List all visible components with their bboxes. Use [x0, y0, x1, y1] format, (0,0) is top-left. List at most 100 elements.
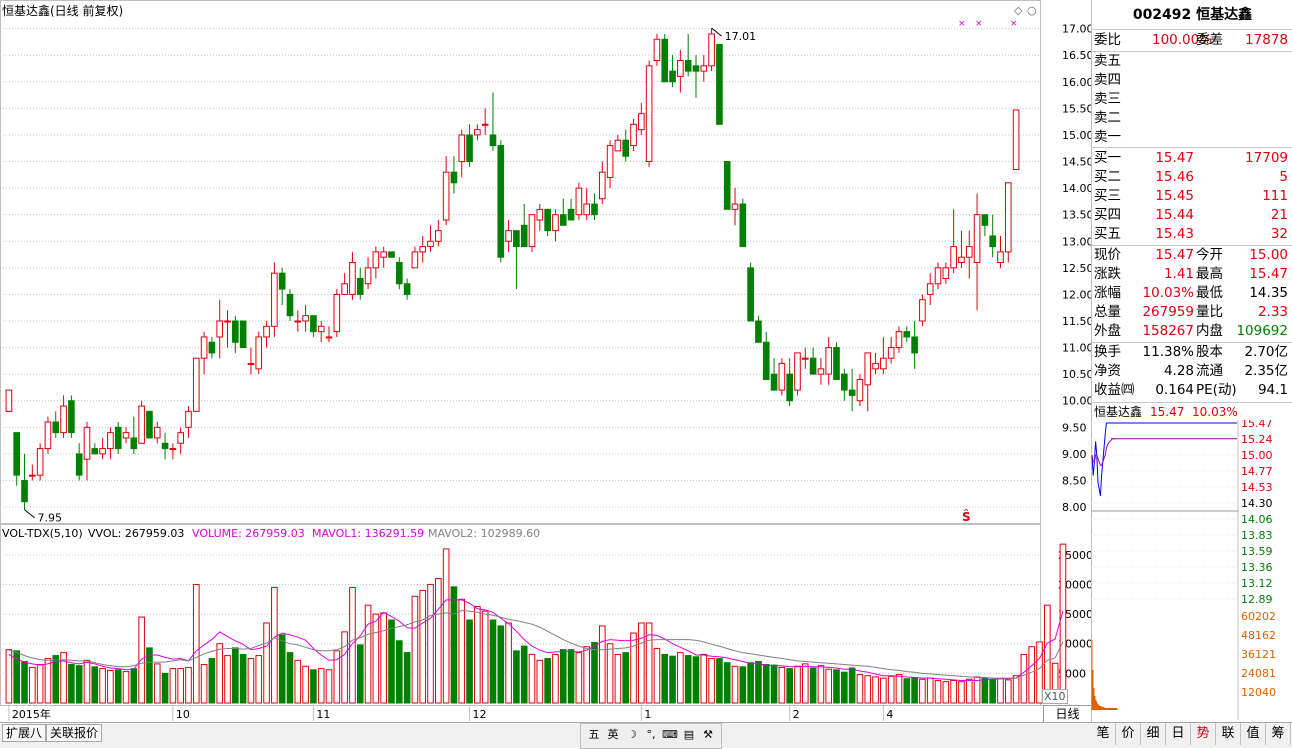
- candle-body: [583, 203, 590, 216]
- candle-body: [325, 336, 333, 339]
- signal-marker: ×: [958, 19, 966, 29]
- volume-bar: [419, 589, 427, 704]
- price-tick-label: 17.00: [1062, 23, 1091, 36]
- volume-bar: [762, 663, 770, 704]
- stat-label: 最低: [1196, 285, 1223, 301]
- chart-area[interactable]: 17.00 16.50 16.00 15.50 15.00 14.50 14.00 13.50…: [0, 0, 1091, 722]
- volume-bar: [997, 678, 1004, 704]
- candle-body: [841, 373, 848, 391]
- panel-tab[interactable]: 价: [1116, 723, 1141, 745]
- mini-volume-tick: 48162: [1241, 629, 1276, 642]
- panel-tab[interactable]: 联: [1216, 723, 1241, 745]
- candle-body: [1004, 182, 1012, 253]
- fundamental-label: 股本: [1196, 344, 1223, 360]
- panel-tab[interactable]: 势: [1191, 723, 1216, 745]
- panel-tab[interactable]: 值: [1241, 723, 1266, 745]
- volume-bar: [684, 655, 692, 704]
- volume-bar: [544, 658, 551, 704]
- candle-body: [294, 320, 302, 323]
- stat-label: 今开: [1196, 247, 1223, 263]
- price-tick-label: 13.00: [1062, 235, 1091, 248]
- candle-body: [286, 293, 294, 317]
- toolbar-button[interactable]: 五: [585, 727, 603, 743]
- fundamental-label: 收益㈣: [1094, 382, 1135, 398]
- volume-bar: [286, 652, 294, 704]
- panel-tab[interactable]: 日: [1166, 723, 1191, 745]
- volume-bar: [192, 583, 200, 704]
- volume-bar: [809, 667, 817, 704]
- volume-bar: [989, 678, 996, 704]
- sell-level-row: 卖一: [1092, 128, 1292, 147]
- buy-level-label: 买一: [1094, 150, 1121, 166]
- candle-body: [232, 320, 239, 343]
- candle-body: [645, 65, 653, 163]
- volume-bar: [903, 678, 911, 704]
- buy-level-row: 买四 15.44 21: [1092, 206, 1292, 225]
- tab-extension[interactable]: 扩展八: [2, 724, 47, 742]
- buy-level-qty: 17709: [1245, 150, 1288, 166]
- candle-body: [99, 448, 106, 455]
- toolbar-button[interactable]: ▤: [680, 727, 698, 743]
- toolbar-button[interactable]: ☽: [623, 727, 641, 743]
- volume-bar: [458, 598, 466, 704]
- candle-body: [161, 442, 169, 450]
- candle-body: [466, 134, 473, 163]
- intraday-mini-chart[interactable]: 15.47 15.24 15.00 14.77 14.53 14.30 14.06 13.83…: [1091, 420, 1292, 720]
- stat-label: 现价: [1094, 247, 1121, 263]
- volume-bar: [224, 655, 231, 704]
- candle-body: [708, 33, 715, 67]
- volume-bar: [325, 669, 333, 704]
- sell-level-label: 卖四: [1094, 72, 1121, 88]
- candle-body: [887, 347, 895, 359]
- volume-bar: [833, 669, 840, 704]
- candle-body: [934, 267, 942, 285]
- mini-volume-tick: 24081: [1241, 667, 1276, 680]
- panel-tab[interactable]: 细: [1141, 723, 1166, 745]
- fundamental-value: 11.38%: [1142, 344, 1194, 360]
- volume-bar: [731, 665, 739, 704]
- volume-bar: [622, 652, 630, 704]
- mavol1-line: [8, 599, 1064, 681]
- buy-level-price: 15.47: [1155, 150, 1194, 166]
- mini-price-tick: 13.59: [1241, 545, 1273, 558]
- volume-bar: [75, 665, 83, 704]
- volume-bar: [895, 674, 903, 704]
- volume-bar: [591, 642, 598, 704]
- candle-body: [75, 453, 83, 476]
- fundamental-row: 净资 4.28 流通 2.35亿: [1092, 362, 1292, 381]
- volume-bar: [278, 634, 286, 704]
- candle-body: [247, 363, 255, 366]
- toolbar-button[interactable]: 英: [604, 727, 622, 743]
- toolbar-button[interactable]: °,: [642, 727, 660, 743]
- candle-body: [255, 336, 263, 370]
- stat-label: 涨幅: [1094, 285, 1121, 301]
- buy-level-label: 买三: [1094, 188, 1121, 204]
- candle-body: [903, 331, 911, 338]
- candle-body: [474, 129, 481, 136]
- candle-body: [567, 208, 575, 221]
- volume-bar: [349, 586, 356, 704]
- panel-tab[interactable]: 笔: [1091, 723, 1116, 745]
- volume-bar: [177, 668, 184, 704]
- tab-related-quotes[interactable]: 关联报价: [46, 724, 103, 742]
- candle-body: [880, 357, 887, 370]
- candle-body: [403, 283, 411, 295]
- stat-value: 267959: [1142, 304, 1194, 320]
- toolbar-button[interactable]: ⚒: [699, 727, 717, 743]
- candle-body: [411, 251, 419, 269]
- candle-body: [107, 432, 114, 450]
- volume-bar: [271, 586, 278, 704]
- candle-body: [614, 139, 622, 152]
- stat-value: 14.35: [1249, 285, 1288, 301]
- volume-bar: [723, 662, 731, 704]
- panel-tab[interactable]: 筹: [1266, 723, 1291, 745]
- price-tick-label: 15.50: [1062, 102, 1091, 115]
- mini-volume-tick: 60202: [1241, 610, 1276, 623]
- candle-body: [388, 251, 395, 258]
- volume-bar: [317, 668, 325, 704]
- buy-level-price: 15.43: [1155, 226, 1194, 242]
- candle-body: [630, 123, 637, 147]
- toolbar-button[interactable]: ⌨: [661, 727, 679, 743]
- status-bar: 扩展八 关联报价 五英 ☽ °, ⌨ ▤ ⚒ 笔价细日势联值筹: [0, 722, 1292, 749]
- volume-bar: [21, 661, 28, 704]
